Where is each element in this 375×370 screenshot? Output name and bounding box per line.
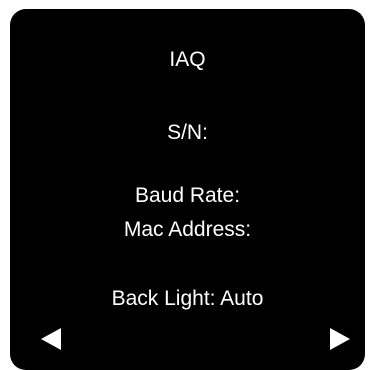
device-screen: IAQ S/N: Baud Rate: Mac Address: Back Li… [10, 9, 365, 370]
next-arrow-button[interactable] [328, 326, 354, 352]
device-title: IAQ [169, 48, 206, 71]
mac-address-label: Mac Address: [123, 218, 252, 241]
back-light-label: Back Light: Auto [111, 287, 264, 310]
triangle-right-icon [330, 328, 350, 350]
prev-arrow-button[interactable] [37, 326, 63, 352]
baud-rate-label: Baud Rate: [134, 184, 241, 207]
triangle-left-icon [41, 328, 61, 350]
serial-number-label: S/N: [167, 121, 208, 144]
